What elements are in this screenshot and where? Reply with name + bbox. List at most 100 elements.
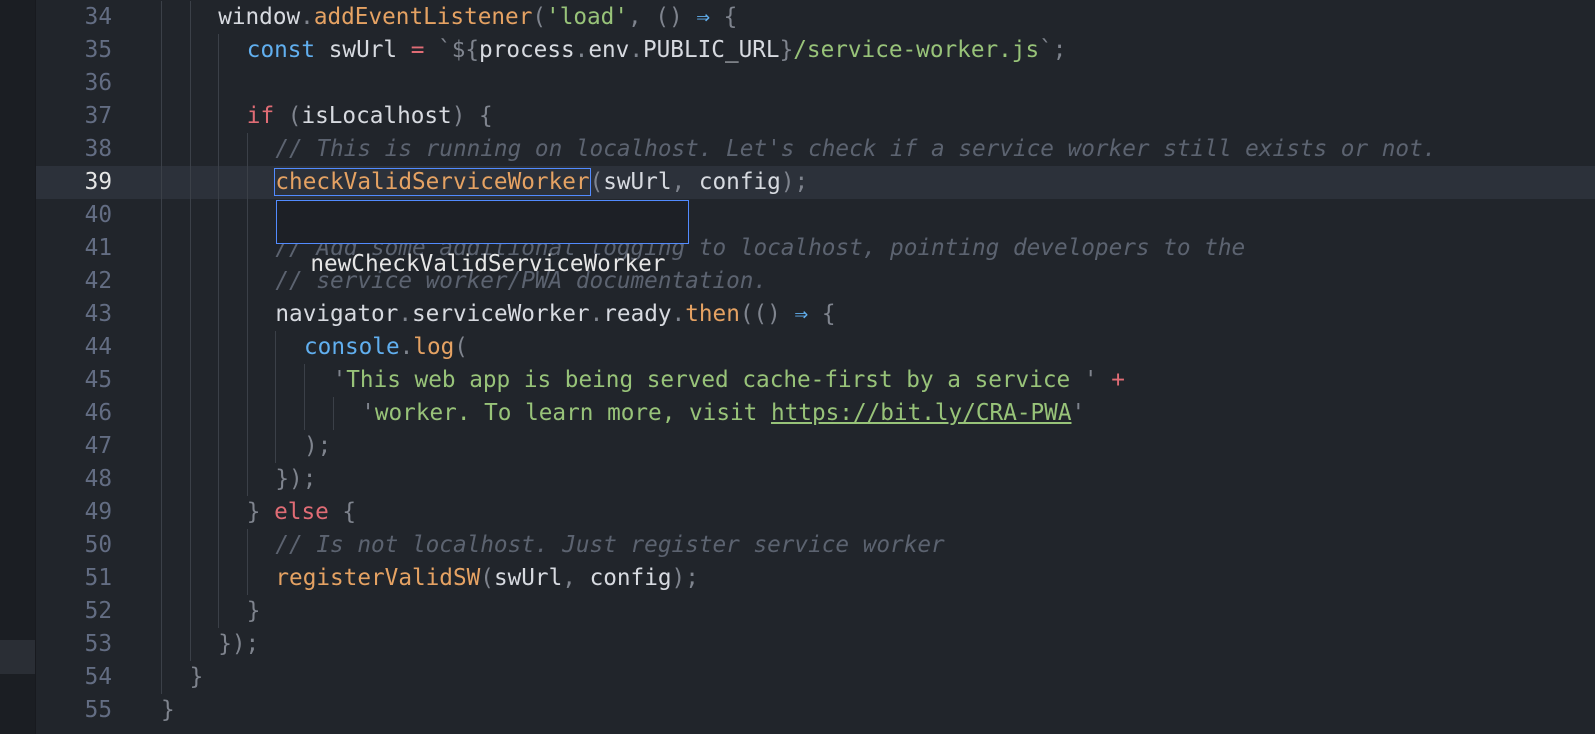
code-line[interactable]: 34 window.addEventListener('load', () ⇒ { <box>36 1 1595 34</box>
indent-guide <box>246 331 248 364</box>
code-line[interactable]: 37 if (isLocalhost) { <box>36 100 1595 133</box>
code-text[interactable]: } <box>190 661 204 694</box>
indent-guide <box>161 562 162 595</box>
code-line[interactable]: 45 'This web app is being served cache-fi… <box>36 364 1595 397</box>
code-line[interactable]: 49} else { <box>36 496 1595 529</box>
code-text[interactable]: } <box>161 694 175 727</box>
indent-guide <box>189 496 191 529</box>
code-line[interactable]: 38 // This is running on localhost. Let's… <box>36 133 1595 166</box>
code-token: . <box>589 301 604 327</box>
code-token: } <box>161 697 175 723</box>
code-token: . <box>671 301 686 327</box>
code-text[interactable]: 'This web app is being served cache-firs… <box>333 364 1125 397</box>
code-token: else <box>274 499 329 525</box>
code-token: } <box>779 37 794 63</box>
line-number: 37 <box>84 103 112 129</box>
indent-guide <box>161 628 162 661</box>
code-text[interactable]: ); <box>304 430 331 463</box>
code-text[interactable]: // This is running on localhost. Let's c… <box>275 133 1436 166</box>
code-text[interactable]: // Is not localhost. Just register servi… <box>275 529 944 562</box>
indent-guide <box>161 298 162 331</box>
code-line[interactable]: 46'worker. To learn more, visit https://… <box>36 397 1595 430</box>
code-line[interactable]: 44 console.log( <box>36 331 1595 364</box>
code-token: ( <box>589 169 604 195</box>
code-token: + <box>1097 367 1125 393</box>
indent-guide <box>246 430 248 463</box>
indent-guide <box>189 166 191 199</box>
code-line[interactable]: 54} <box>36 661 1595 694</box>
code-text[interactable]: } else { <box>247 496 356 529</box>
code-line[interactable]: 36 <box>36 67 1595 100</box>
code-text[interactable]: const swUrl = `${process.env.PUBLIC_URL}… <box>247 34 1067 67</box>
indent-guide <box>218 529 220 562</box>
code-token: }); <box>218 631 260 657</box>
indent-guide <box>218 496 220 529</box>
code-line[interactable]: 40 <box>36 199 1595 232</box>
indent-guide <box>275 397 277 430</box>
code-text[interactable]: window.addEventListener('load', () ⇒ { <box>218 1 737 34</box>
code-line[interactable]: 41// Add some additional logging to loca… <box>36 232 1595 265</box>
code-token: . <box>629 37 643 63</box>
indent-guide <box>218 430 220 463</box>
code-token: config <box>698 169 781 195</box>
code-token: ); <box>304 433 332 459</box>
code-token: /service-worker.js <box>793 37 1040 63</box>
code-token: ' <box>1083 367 1098 393</box>
indent-guide <box>161 199 162 232</box>
code-token: process <box>479 37 575 63</box>
code-line[interactable]: 42// service worker/PWA documentation. <box>36 265 1595 298</box>
code-token: ⇒ <box>794 301 809 327</box>
indent-guide <box>189 463 191 496</box>
code-token: = <box>410 37 425 63</box>
autocomplete-popup[interactable]: newCheckValidServiceWorker <box>276 200 689 277</box>
code-line[interactable]: 50 // Is not localhost. Just register ser… <box>36 529 1595 562</box>
code-text[interactable]: }); <box>275 463 316 496</box>
indent-guide <box>161 166 162 199</box>
code-line[interactable]: 52} <box>36 595 1595 628</box>
code-token: { <box>328 499 357 525</box>
code-line[interactable]: 39 checkValidServiceWorker(swUrl, config)… <box>36 166 1595 199</box>
indent-guide <box>161 529 162 562</box>
code-text[interactable]: checkValidServiceWorker(swUrl, config); <box>274 166 808 199</box>
code-text[interactable]: }); <box>218 628 259 661</box>
code-line[interactable]: 51 registerValidSW(swUrl, config); <box>36 562 1595 595</box>
code-token: { <box>808 301 836 327</box>
code-line[interactable]: 55} <box>36 694 1595 727</box>
indent-guide <box>189 100 191 133</box>
code-line[interactable]: 43 navigator.serviceWorker.ready.then(() … <box>36 298 1595 331</box>
code-token: isLocalhost <box>301 103 452 129</box>
code-token: if <box>246 103 275 129</box>
code-token: ' <box>1071 400 1086 426</box>
indent-guide <box>161 595 162 628</box>
line-number: 55 <box>84 697 112 723</box>
code-line[interactable]: 53}); <box>36 628 1595 661</box>
code-token: ); <box>671 565 699 591</box>
code-text[interactable]: registerValidSW(swUrl, config); <box>275 562 698 595</box>
code-token: ( <box>454 334 468 360</box>
indent-guide <box>304 364 305 397</box>
autocomplete-suggestion[interactable]: newCheckValidServiceWorker <box>310 251 665 277</box>
indent-guide <box>189 232 191 265</box>
indent-guide <box>246 298 248 331</box>
indent-guide <box>218 67 220 100</box>
line-number: 52 <box>84 598 112 624</box>
line-number: 38 <box>84 136 112 162</box>
code-text[interactable]: if (isLocalhost) { <box>247 100 493 133</box>
code-text[interactable]: 'worker. To learn more, visit https://bi… <box>361 397 1085 430</box>
code-editor[interactable]: 34 window.addEventListener('load', () ⇒ {… <box>36 0 1595 734</box>
code-line[interactable]: 48}); <box>36 463 1595 496</box>
code-token: , () <box>628 4 697 30</box>
indent-guide <box>246 463 248 496</box>
code-token: worker. To learn more, visit <box>374 400 771 426</box>
indent-guide <box>218 166 220 199</box>
indent-guide <box>189 67 191 100</box>
code-text[interactable]: } <box>247 595 261 628</box>
code-text[interactable]: console.log( <box>304 331 468 364</box>
indent-guide <box>246 364 248 397</box>
code-line[interactable]: 47); <box>36 430 1595 463</box>
indent-guide <box>161 34 162 67</box>
indent-guide <box>161 496 162 529</box>
code-line[interactable]: 35 const swUrl = `${process.env.PUBLIC_UR… <box>36 34 1595 67</box>
line-number: 48 <box>84 466 112 492</box>
code-text[interactable]: navigator.serviceWorker.ready.then(() ⇒ … <box>275 298 835 331</box>
